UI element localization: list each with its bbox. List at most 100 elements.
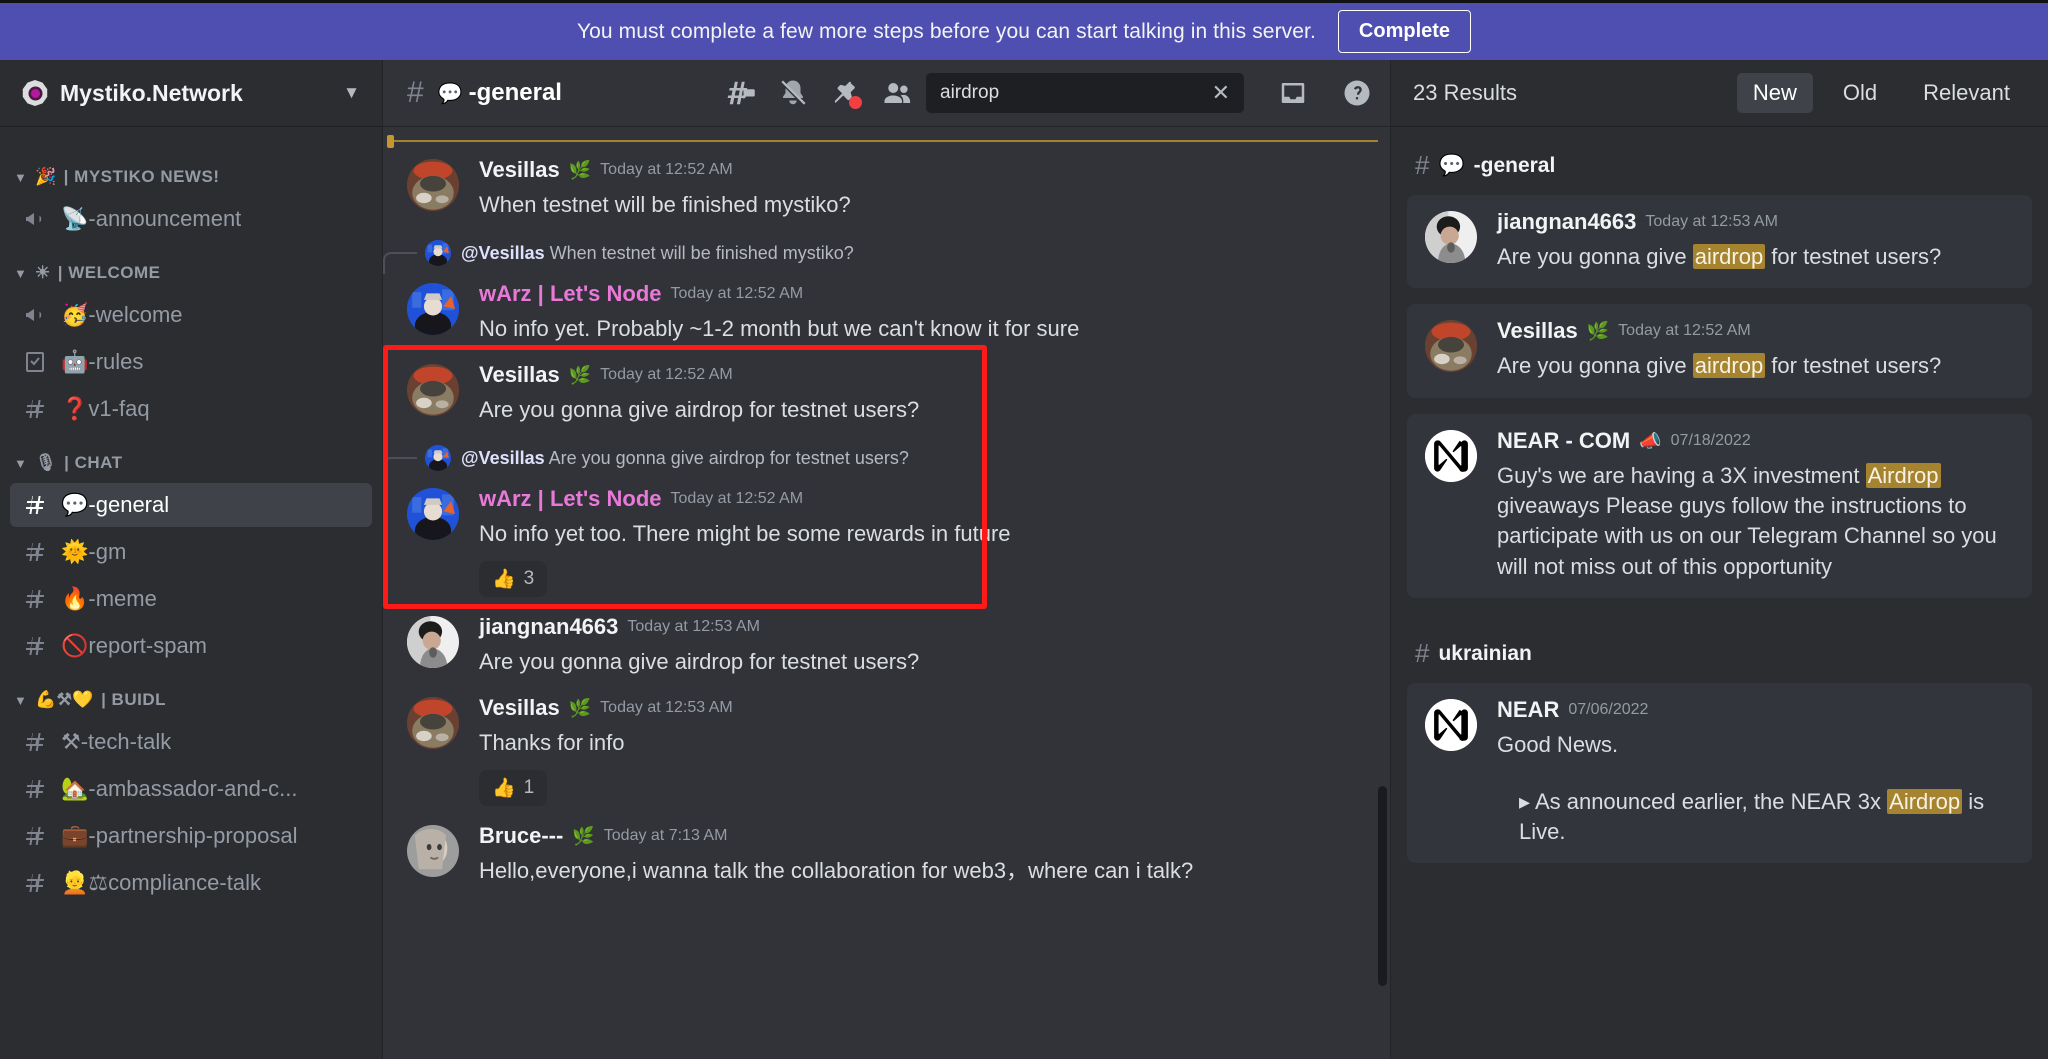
result-text: Guy's we are having a 3X investment Aird…	[1497, 462, 1997, 579]
search-result-card[interactable]: NEAR 07/06/2022 Good News. ▸ As announced e…	[1407, 683, 2032, 864]
members-icon[interactable]	[882, 78, 912, 108]
message-group: jiangnan4663 Today at 12:53 AM Are you gon…	[383, 603, 1390, 683]
category-header[interactable]: ▼ 🎙 | CHAT	[0, 434, 382, 480]
result-group-channel[interactable]: # 💬 -general	[1407, 126, 2032, 195]
sidebar-item-v1-faq[interactable]: ❓v1-faq	[10, 387, 372, 431]
sort-tab-relevant[interactable]: Relevant	[1907, 73, 2026, 113]
avatar[interactable]	[1425, 429, 1477, 482]
avatar[interactable]	[407, 488, 459, 541]
reaction-badge[interactable]: 👍 3	[479, 561, 548, 598]
threads-icon[interactable]	[726, 78, 756, 108]
help-icon[interactable]	[1342, 78, 1372, 108]
message-group: Vesillas 🌿 Today at 12:52 AM When testnet w…	[383, 146, 1390, 226]
sidebar-item-compliance-talk[interactable]: 👱⚖compliance-talk	[10, 861, 372, 905]
sidebar-item-label: 🔥-meme	[61, 586, 157, 611]
reaction-badge[interactable]: 👍 1	[479, 770, 548, 807]
search-result-card[interactable]: Vesillas 🌿 Today at 12:52 AM Are you gonna …	[1407, 304, 2032, 398]
sidebar-item-label: 🚫report-spam	[61, 633, 207, 658]
avatar[interactable]	[1425, 320, 1477, 373]
avatar[interactable]	[407, 283, 459, 336]
sidebar-item-meme[interactable]: 🔥-meme	[10, 577, 372, 621]
avatar[interactable]	[1425, 699, 1477, 752]
sidebar-item-gm[interactable]: 🌞-gm	[10, 530, 372, 574]
message-author[interactable]: Vesillas	[479, 363, 560, 386]
search-result-card[interactable]: NEAR - COM 📣 07/18/2022 Guy's we are having…	[1407, 413, 2032, 599]
category-header[interactable]: ▼ ☀ | WELCOME	[0, 244, 382, 290]
category-emoji: 💪⚒💛	[35, 690, 95, 709]
sidebar-item-ambassador-and-c[interactable]: 🏡-ambassador-and-c...	[10, 767, 372, 811]
sidebar-item-label: ⚒-tech-talk	[61, 729, 172, 754]
result-count: 23 Results	[1413, 80, 1517, 105]
category-header[interactable]: ▼ 🎉 | MYSTIKO NEWS!	[0, 148, 382, 194]
message[interactable]: Vesillas 🌿 Today at 12:52 AM Are you gonna …	[383, 351, 1390, 431]
channel-emoji: 🌞	[61, 539, 89, 564]
avatar[interactable]	[407, 616, 459, 669]
result-message: NEAR 07/06/2022 Good News. ▸ As announced e…	[1425, 699, 2014, 847]
pinned-messages-icon[interactable]	[830, 78, 862, 109]
close-icon[interactable]: ✕	[1208, 82, 1234, 104]
search-box[interactable]: ✕	[926, 73, 1244, 113]
sidebar-item-announcement[interactable]: 📡-announcement	[10, 197, 372, 241]
hash-icon: #	[407, 76, 424, 109]
result-message: jiangnan4663 Today at 12:53 AM Are you gon…	[1425, 211, 2014, 272]
result-author[interactable]: Vesillas	[1497, 320, 1578, 342]
bell-muted-icon[interactable]	[778, 78, 808, 108]
sidebar-item-partnership-proposal[interactable]: 💼-partnership-proposal	[10, 814, 372, 858]
chevron-down-icon: ▼	[14, 265, 28, 281]
message[interactable]: Vesillas 🌿 Today at 12:52 AM When testnet w…	[383, 146, 1390, 226]
complete-button[interactable]: Complete	[1337, 10, 1472, 53]
channel-emoji: 👱	[61, 870, 89, 895]
message-author[interactable]: Vesillas	[479, 696, 560, 719]
channel-emoji: 🏡	[61, 776, 89, 801]
sidebar-item-welcome[interactable]: 🥳-welcome	[10, 293, 372, 337]
announcement-icon	[22, 207, 48, 231]
avatar[interactable]	[407, 696, 459, 749]
reaction-emoji: 👍	[492, 569, 516, 591]
sidebar-item-tech-talk[interactable]: ⚒-tech-talk	[10, 720, 372, 764]
channel-list[interactable]: ▼ 🎉 | MYSTIKO NEWS! 📡-announcement ▼ ☀ | WELCO…	[0, 126, 382, 1059]
result-author[interactable]: NEAR	[1497, 699, 1559, 721]
message-author[interactable]: wArz | Let's Node	[479, 488, 662, 510]
message-author[interactable]: Vesillas	[479, 159, 560, 181]
sort-tab-old[interactable]: Old	[1827, 73, 1893, 113]
avatar[interactable]	[407, 363, 459, 416]
sidebar-item-report-spam[interactable]: 🚫report-spam	[10, 624, 372, 668]
message-author[interactable]: Bruce---	[479, 825, 563, 847]
avatar[interactable]	[1425, 211, 1477, 263]
sort-tab-new[interactable]: New	[1736, 73, 1813, 113]
message-author[interactable]: wArz | Let's Node	[479, 283, 662, 305]
server-header[interactable]: Mystiko.Network ▼	[0, 60, 382, 126]
message[interactable]: Vesillas 🌿 Today at 12:53 AM Thanks for inf…	[383, 684, 1390, 812]
message[interactable]: wArz | Let's Node Today at 12:52 AM No inf…	[383, 475, 1390, 603]
reply-context[interactable]: @Vesillas Are you gonna give airdrop for…	[383, 445, 1390, 480]
message[interactable]: wArz | Let's Node Today at 12:52 AM No inf…	[383, 270, 1390, 350]
chevron-down-icon[interactable]: ▼	[343, 83, 360, 103]
category-header[interactable]: ▼ 💪⚒💛 | BUIDL	[0, 671, 382, 717]
result-author[interactable]: NEAR - COM	[1497, 429, 1630, 452]
sidebar-item-label: 🌞-gm	[61, 539, 127, 564]
search-result-card[interactable]: jiangnan4663 Today at 12:53 AM Are you gon…	[1407, 195, 2032, 289]
search-input[interactable]	[940, 82, 1208, 104]
reaction-emoji: 👍	[492, 778, 516, 800]
channel-emoji: 📡	[61, 206, 89, 231]
result-group-channel[interactable]: # ukrainian	[1407, 614, 2032, 683]
message-scrollbar[interactable]	[1378, 786, 1387, 986]
sidebar-item-rules[interactable]: 🤖-rules	[10, 340, 372, 384]
hash-icon	[22, 493, 48, 517]
search-results-list[interactable]: # 💬 -general jiangnan4663 Today at 12:53 AM A…	[1391, 126, 2048, 1059]
channel-title-text: -general	[468, 79, 562, 106]
result-author[interactable]: jiangnan4663	[1497, 211, 1636, 233]
reply-context[interactable]: @Vesillas When testnet will be finished …	[383, 240, 1390, 275]
message-author[interactable]: jiangnan4663	[479, 616, 618, 638]
main-content: # 💬 -general airdrop ✕ Vesillas 🌿 Today …	[383, 60, 1390, 1059]
message[interactable]: jiangnan4663 Today at 12:53 AM Are you gon…	[383, 603, 1390, 683]
message-list[interactable]: Vesillas 🌿 Today at 12:52 AM When testnet w…	[383, 126, 1390, 1059]
sidebar-item-label: 🤖-rules	[61, 349, 144, 374]
inbox-icon[interactable]	[1278, 78, 1308, 108]
message[interactable]: Bruce--- 🌿 Today at 7:13 AM Hello,everyone,…	[383, 812, 1390, 892]
avatar[interactable]	[407, 825, 459, 878]
category-emoji: 🎉	[35, 167, 57, 186]
avatar[interactable]	[407, 159, 459, 211]
sidebar-item-general[interactable]: 💬-general	[10, 483, 372, 527]
message-timestamp: Today at 12:52 AM	[670, 285, 804, 303]
